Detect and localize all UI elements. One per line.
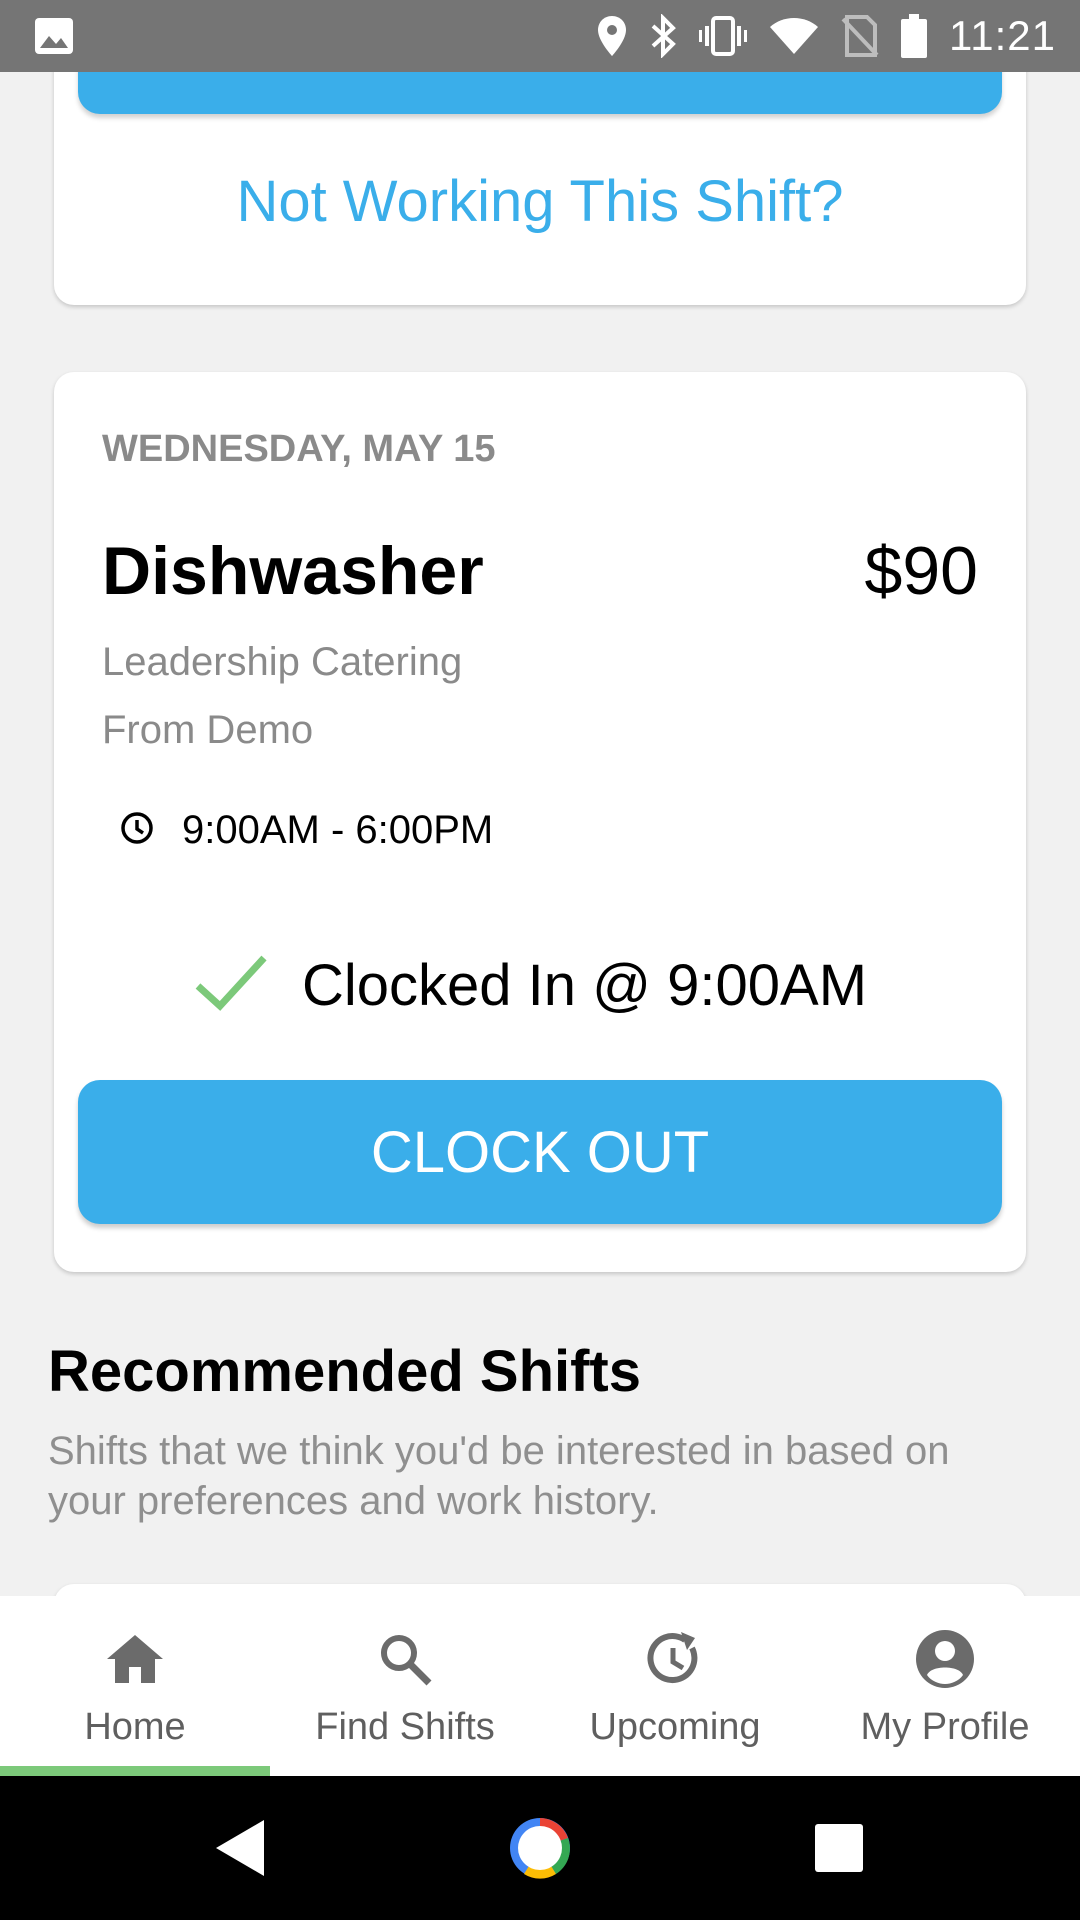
recents-icon[interactable] — [814, 1776, 864, 1920]
battery-icon — [901, 14, 927, 58]
back-icon[interactable] — [212, 1776, 268, 1920]
nav-my-profile-label: My Profile — [860, 1706, 1030, 1748]
profile-icon — [915, 1628, 975, 1690]
clocked-status-row: Clocked In @ 9:00AM — [194, 952, 867, 1019]
no-sim-icon — [841, 15, 879, 57]
clocked-status: Clocked In @ 9:00AM — [302, 953, 868, 1018]
wifi-icon — [769, 17, 819, 55]
bluetooth-icon — [649, 14, 677, 58]
bottom-nav: Home Find Shifts Upcoming My Profile — [0, 1596, 1080, 1776]
location-icon — [597, 15, 627, 57]
shift-time-row: 9:00AM - 6:00PM — [120, 808, 493, 853]
image-icon — [34, 17, 74, 55]
not-working-link[interactable]: Not Working This Shift? — [54, 168, 1026, 235]
search-icon — [377, 1628, 433, 1690]
check-icon — [194, 954, 268, 1017]
previous-shift-card: Not Working This Shift? — [54, 72, 1026, 305]
home-assistant-icon[interactable] — [506, 1776, 574, 1920]
system-nav-bar — [0, 1776, 1080, 1920]
status-bar: 11:21 — [0, 0, 1080, 72]
recommended-description: Shifts that we think you'd be interested… — [48, 1429, 950, 1523]
nav-upcoming-label: Upcoming — [589, 1706, 761, 1748]
history-icon — [645, 1628, 705, 1690]
shift-time-range: 9:00AM - 6:00PM — [182, 808, 494, 852]
nav-home-label: Home — [84, 1706, 186, 1748]
shift-company: Leadership Catering — [102, 640, 463, 684]
previous-shift-action-button[interactable] — [78, 72, 1002, 114]
vibrate-icon — [699, 16, 747, 56]
shift-pay: $90 — [864, 533, 978, 609]
recommended-title: Recommended Shifts — [48, 1339, 641, 1404]
home-icon — [105, 1628, 165, 1690]
clock-icon — [120, 811, 154, 850]
nav-upcoming[interactable]: Upcoming — [540, 1596, 810, 1776]
shift-date: WEDNESDAY, MAY 15 — [102, 428, 496, 470]
nav-find-shifts[interactable]: Find Shifts — [270, 1596, 540, 1776]
nav-find-shifts-label: Find Shifts — [315, 1706, 495, 1748]
recommended-shift-card[interactable] — [54, 1584, 1026, 1596]
nav-home[interactable]: Home — [0, 1596, 270, 1776]
home-feed[interactable]: Not Working This Shift? WEDNESDAY, MAY 1… — [0, 72, 1080, 1596]
shift-title: Dishwasher — [102, 533, 484, 609]
clock-out-button[interactable]: CLOCK OUT — [78, 1080, 1002, 1224]
shift-card: WEDNESDAY, MAY 15 Dishwasher $90 Leaders… — [54, 372, 1026, 1272]
nav-my-profile[interactable]: My Profile — [810, 1596, 1080, 1776]
status-time: 11:21 — [949, 12, 1056, 59]
shift-source: From Demo — [102, 708, 314, 752]
nav-active-indicator — [0, 1766, 270, 1776]
